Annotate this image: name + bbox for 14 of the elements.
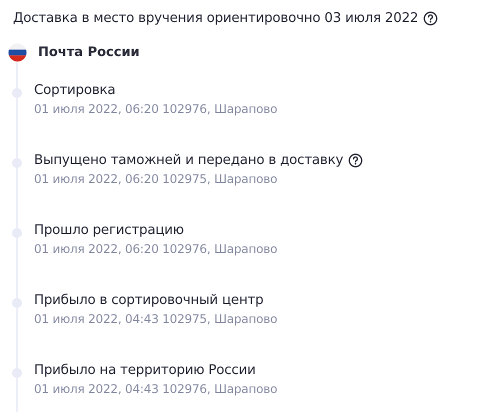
event-details: 01 июля 2022, 06:20 102975, Шарапово — [34, 172, 278, 186]
carrier-name: Почта России — [38, 45, 140, 60]
event-title: Прошло регистрацию — [34, 223, 184, 238]
event-title: Сортировка — [34, 83, 116, 98]
event-title: Выпущено таможней и передано в доставку — [34, 153, 344, 168]
event-details: 01 июля 2022, 06:20 102976, Шарапово — [34, 102, 278, 116]
help-icon[interactable] — [423, 10, 438, 26]
event-title: Прибыло в сортировочный центр — [34, 293, 264, 308]
event-details: 01 июля 2022, 04:43 102976, Шарапово — [34, 382, 278, 396]
event-details: 01 июля 2022, 04:43 102975, Шарапово — [34, 312, 278, 326]
help-icon[interactable] — [348, 153, 364, 168]
delivery-estimate: Доставка в место вручения ориентировочно 03 июля 2022 — [13, 10, 418, 26]
event-details: 01 июля 2022, 06:20 102976, Шарапово — [34, 242, 278, 256]
event-title: Прибыло на территорию России — [34, 363, 256, 378]
